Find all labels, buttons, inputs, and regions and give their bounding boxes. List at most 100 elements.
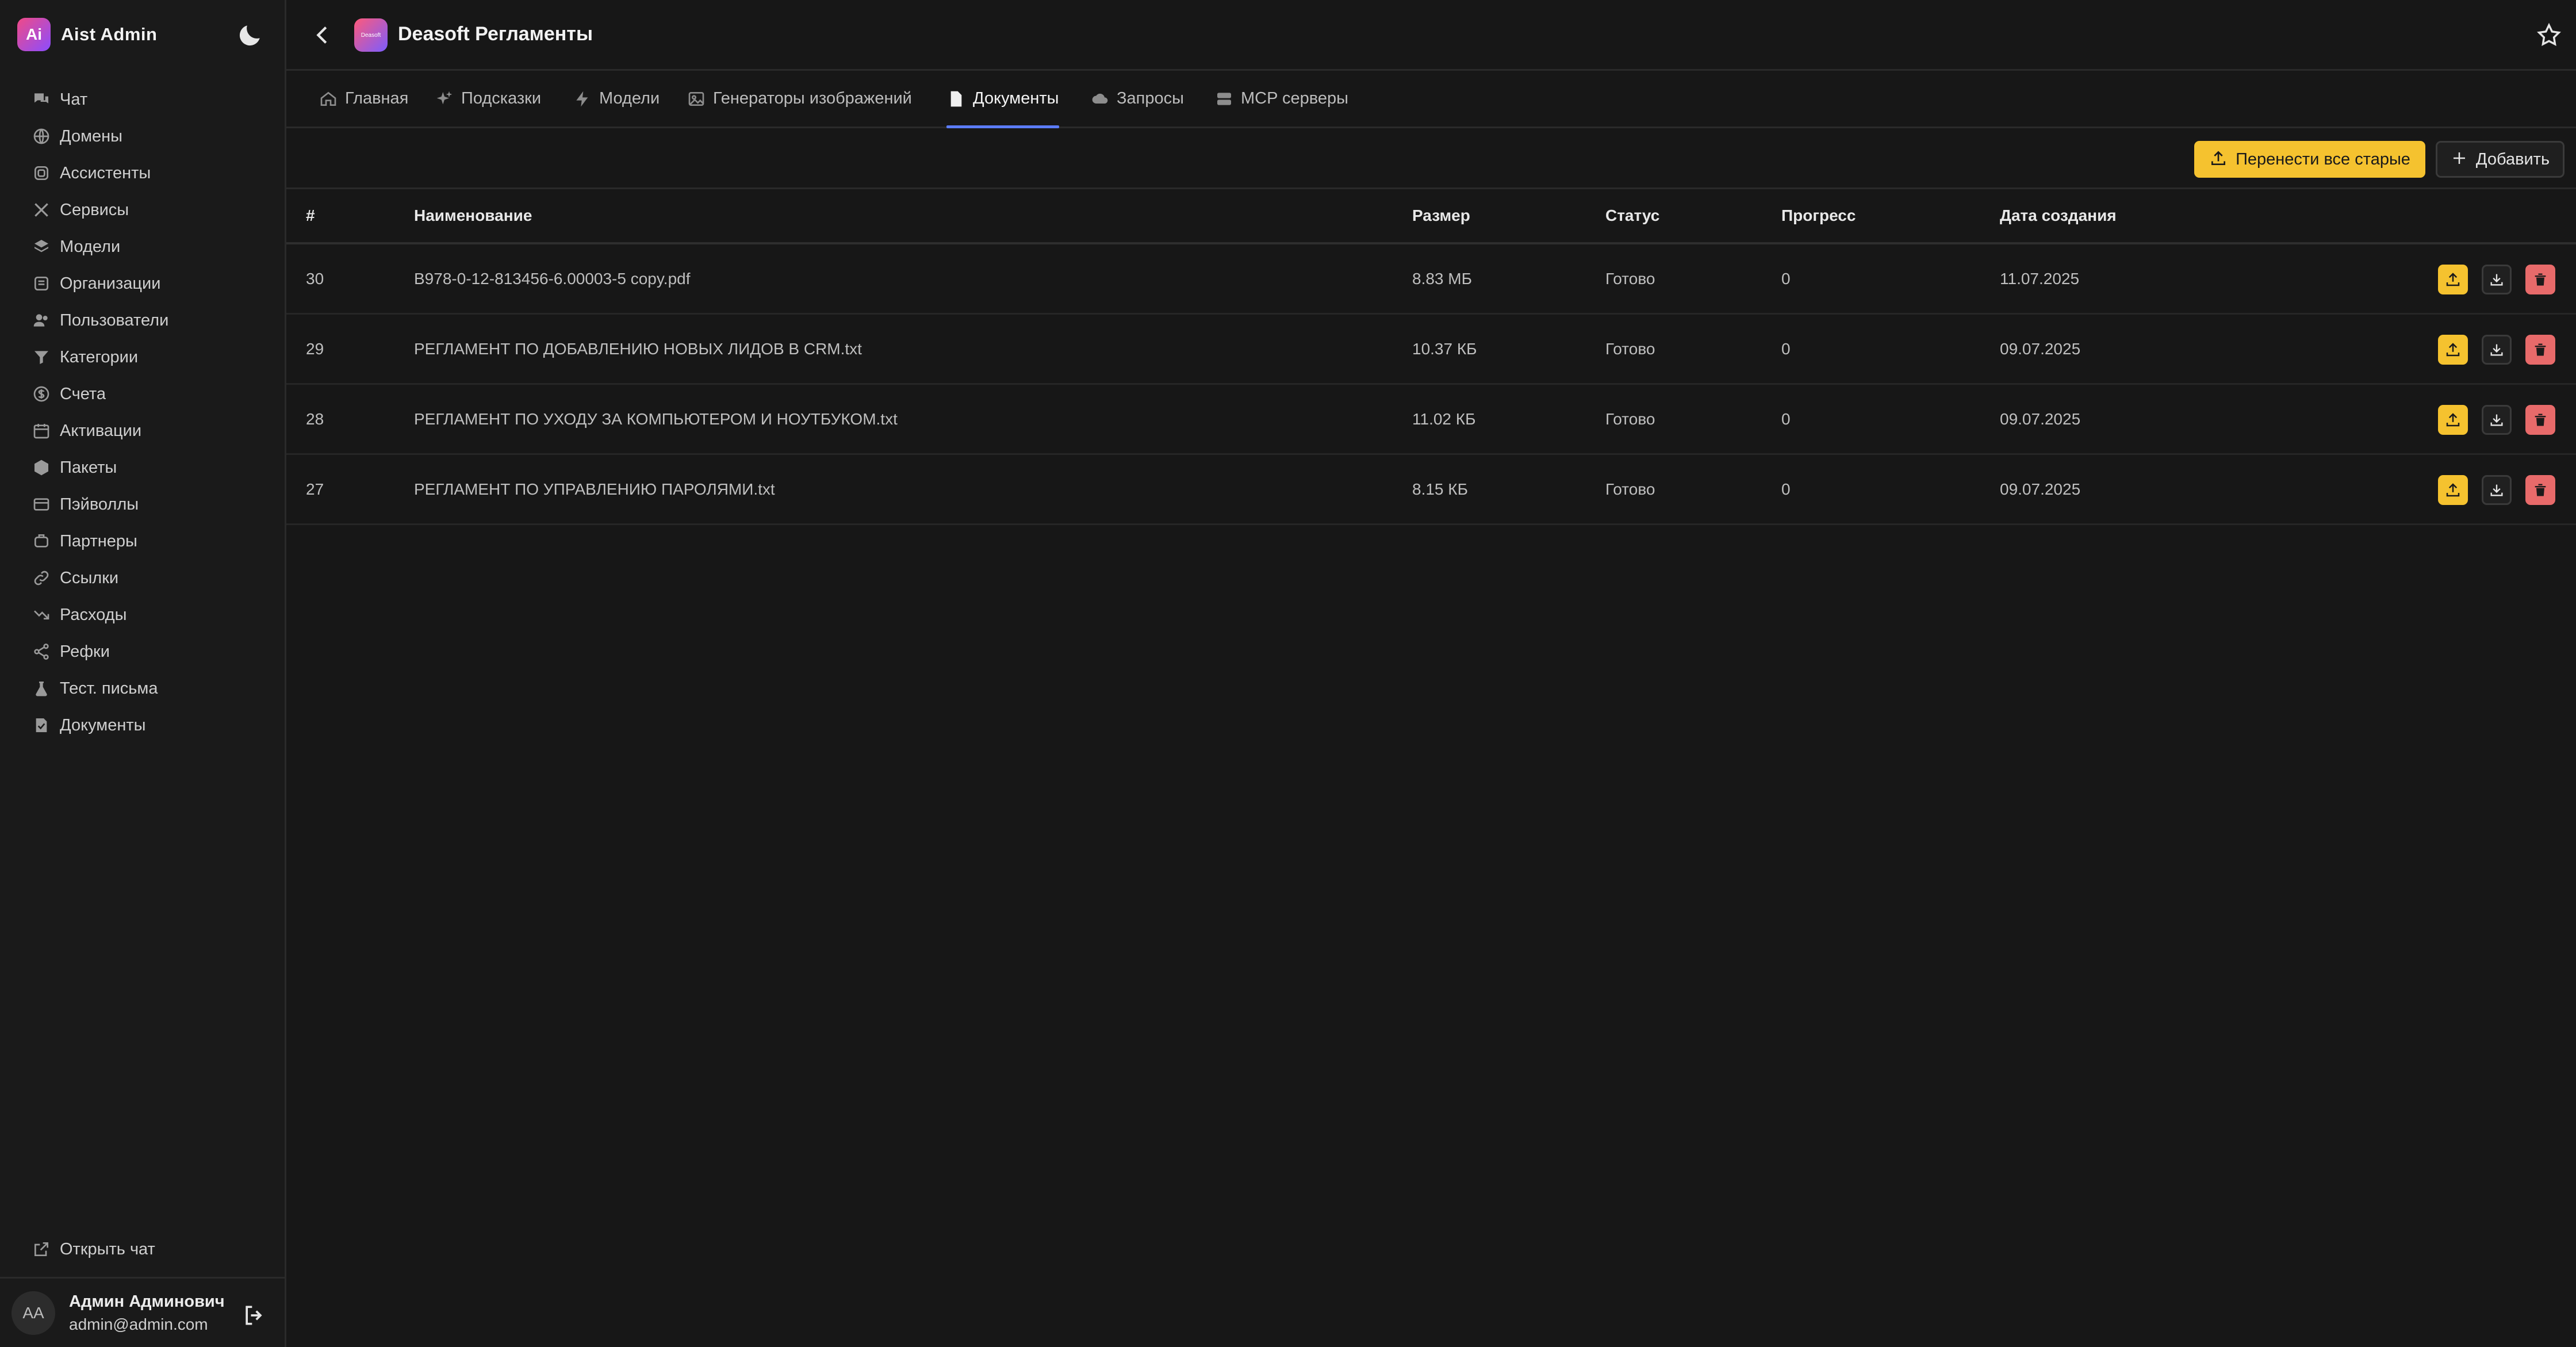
filter-icon: [31, 347, 52, 368]
image-icon: [687, 89, 706, 109]
sidebar-item-expenses[interactable]: Расходы: [0, 596, 285, 633]
download-button[interactable]: [2482, 335, 2512, 365]
star-icon[interactable]: [2536, 22, 2562, 48]
tab-label: Запросы: [1117, 89, 1184, 108]
cell-name: РЕГЛАМЕНТ ПО ДОБАВЛЕНИЮ НОВЫХ ЛИДОВ В CR…: [414, 340, 862, 358]
sidebar-item-organizations[interactable]: Организации: [0, 265, 285, 302]
cell-status: Готово: [1605, 340, 1655, 358]
cell-size: 11.02 КБ: [1412, 410, 1476, 428]
download-icon: [2490, 274, 2503, 286]
upload-button[interactable]: [2438, 475, 2468, 505]
sidebar-item-paywalls[interactable]: Пэйволлы: [0, 486, 285, 523]
sidebar-item-label: Рефки: [60, 642, 110, 661]
robot-icon: [31, 163, 52, 183]
cell-progress: 0: [1781, 270, 1791, 288]
header-date[interactable]: Дата создания: [2000, 206, 2117, 225]
sidebar-item-label: Активации: [60, 421, 142, 440]
header-progress[interactable]: Прогресс: [1781, 206, 1856, 225]
back-icon[interactable]: [309, 22, 336, 48]
tab-home[interactable]: Главная: [319, 71, 408, 127]
table-row: 29 РЕГЛАМЕНТ ПО ДОБАВЛЕНИЮ НОВЫХ ЛИДОВ В…: [286, 315, 2576, 385]
upload-button[interactable]: [2438, 405, 2468, 435]
delete-button[interactable]: [2525, 475, 2555, 505]
logout-icon[interactable]: [241, 1303, 267, 1328]
trash-icon: [2535, 484, 2546, 496]
sidebar-item-categories[interactable]: Категории: [0, 339, 285, 376]
users-icon: [31, 310, 52, 331]
trash-icon: [2535, 343, 2546, 356]
sidebar-item-invoices[interactable]: Счета: [0, 376, 285, 412]
page-title: Deasoft Регламенты: [398, 23, 593, 45]
sidebar-item-documents[interactable]: Документы: [0, 707, 285, 744]
add-button[interactable]: Добавить: [2436, 141, 2564, 178]
migrate-all-button[interactable]: Перенести все старые: [2194, 141, 2425, 178]
tab-mcp-servers[interactable]: MCP серверы: [1214, 71, 1348, 127]
document-icon: [946, 89, 966, 109]
tab-label: Генераторы изображений: [713, 89, 912, 108]
tools-icon: [31, 200, 52, 220]
download-button[interactable]: [2482, 475, 2512, 505]
download-button[interactable]: [2482, 405, 2512, 435]
tab-bar: Главная Подсказки Модели Генераторы изоб…: [286, 71, 2576, 128]
upload-button[interactable]: [2438, 265, 2468, 294]
share-icon: [31, 641, 52, 662]
tab-label: Подсказки: [461, 89, 542, 108]
building-icon: [31, 273, 52, 294]
sidebar-item-links[interactable]: Ссылки: [0, 560, 285, 596]
cell-name: РЕГЛАМЕНТ ПО УПРАВЛЕНИЮ ПАРОЛЯМИ.txt: [414, 480, 775, 498]
cell-name: B978-0-12-813456-6.00003-5 copy.pdf: [414, 270, 691, 288]
brand[interactable]: Ai Aist Admin: [17, 17, 157, 52]
header-size[interactable]: Размер: [1412, 206, 1470, 225]
avatar[interactable]: AA: [12, 1291, 55, 1335]
sidebar-item-label: Категории: [60, 347, 139, 366]
delete-button[interactable]: [2525, 335, 2555, 365]
box-icon: [31, 457, 52, 478]
sidebar-item-services[interactable]: Сервисы: [0, 192, 285, 228]
upload-button[interactable]: [2438, 335, 2468, 365]
download-icon: [2490, 484, 2503, 496]
cell-size: 10.37 КБ: [1412, 340, 1477, 358]
cell-id: 27: [306, 480, 324, 498]
sidebar-item-test-emails[interactable]: Тест. письма: [0, 670, 285, 707]
cell-date: 09.07.2025: [2000, 410, 2081, 428]
cell-status: Готово: [1605, 480, 1655, 498]
cell-name: РЕГЛАМЕНТ ПО УХОДУ ЗА КОМПЬЮТЕРОМ И НОУТ…: [414, 410, 898, 428]
tab-label: Модели: [599, 89, 660, 108]
header-id[interactable]: #: [306, 206, 315, 225]
header-status[interactable]: Статус: [1605, 206, 1659, 225]
sidebar-item-packages[interactable]: Пакеты: [0, 449, 285, 486]
tab-models[interactable]: Модели: [573, 71, 660, 127]
tab-requests[interactable]: Запросы: [1090, 71, 1184, 127]
sidebar-item-chat[interactable]: Чат: [0, 81, 285, 118]
cell-status: Готово: [1605, 410, 1655, 428]
sidebar-item-label: Ссылки: [60, 568, 119, 587]
cell-date: 09.07.2025: [2000, 340, 2081, 358]
tab-hints[interactable]: Подсказки: [435, 71, 541, 127]
table-header: # Наименование Размер Статус Прогресс Да…: [286, 189, 2576, 244]
sidebar-item-partners[interactable]: Партнеры: [0, 523, 285, 560]
delete-button[interactable]: [2525, 405, 2555, 435]
sidebar-item-referrals[interactable]: Рефки: [0, 633, 285, 670]
sidebar-item-models[interactable]: Модели: [0, 228, 285, 265]
sidebar-item-domains[interactable]: Домены: [0, 118, 285, 155]
sidebar-item-label: Счета: [60, 384, 106, 403]
table-row: 27 РЕГЛАМЕНТ ПО УПРАВЛЕНИЮ ПАРОЛЯМИ.txt …: [286, 455, 2576, 525]
header-name[interactable]: Наименование: [414, 206, 532, 225]
sidebar-item-users[interactable]: Пользователи: [0, 302, 285, 339]
delete-button[interactable]: [2525, 265, 2555, 294]
tab-documents[interactable]: Документы: [946, 71, 1059, 128]
layers-icon: [31, 236, 52, 257]
tab-image-generators[interactable]: Генераторы изображений: [687, 71, 912, 127]
sidebar-item-activations[interactable]: Активации: [0, 412, 285, 449]
table-row: 30 B978-0-12-813456-6.00003-5 copy.pdf 8…: [286, 244, 2576, 315]
server-icon: [1214, 89, 1234, 109]
cloud-icon: [1090, 89, 1110, 109]
moon-icon[interactable]: [236, 21, 264, 49]
download-button[interactable]: [2482, 265, 2512, 294]
download-icon: [2490, 414, 2503, 426]
home-icon: [319, 89, 338, 109]
brand-logo: Ai: [17, 18, 51, 51]
sidebar-item-assistants[interactable]: Ассистенты: [0, 155, 285, 192]
flask-icon: [31, 678, 52, 699]
open-chat-link[interactable]: Открыть чат: [0, 1231, 285, 1268]
